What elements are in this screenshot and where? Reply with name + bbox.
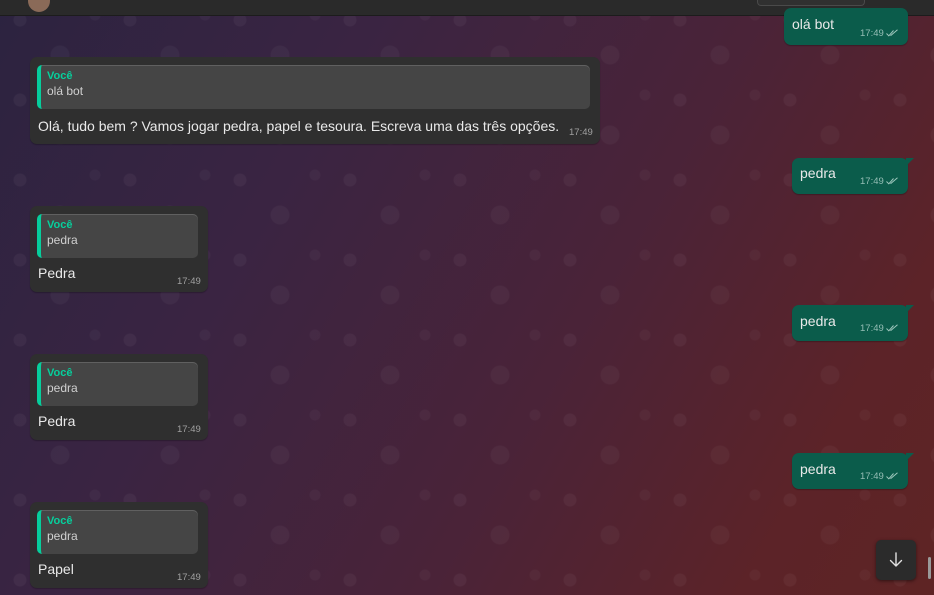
scrollbar[interactable]	[928, 557, 931, 579]
quote-author: Você	[47, 367, 73, 379]
message-text: olá bot	[792, 16, 835, 32]
message-outgoing[interactable]: pedra 17:49	[792, 453, 914, 489]
message-incoming[interactable]: Você pedra Papel 17:49	[30, 502, 208, 588]
quoted-message[interactable]: Você pedra	[37, 362, 198, 406]
message-incoming[interactable]: Você olá bot Olá, tudo bem ? Vamos jogar…	[30, 57, 600, 144]
quoted-message[interactable]: Você olá bot	[37, 65, 590, 109]
quote-author: Você	[47, 219, 73, 231]
message-text: Pedra	[38, 413, 76, 429]
quote-author: Você	[47, 70, 73, 82]
message-time: 17:49	[860, 176, 884, 187]
header-control[interactable]	[757, 0, 865, 6]
read-double-check-icon	[886, 177, 898, 185]
quote-text: pedra	[47, 381, 78, 395]
quoted-message[interactable]: Você pedra	[37, 510, 198, 554]
message-time: 17:49	[177, 572, 201, 583]
scroll-to-bottom-button[interactable]	[876, 540, 916, 580]
read-double-check-icon	[886, 324, 898, 332]
message-text: pedra	[800, 461, 836, 477]
read-double-check-icon	[886, 29, 898, 37]
message-text: Papel	[38, 561, 74, 577]
message-outgoing[interactable]: olá bot 17:49	[784, 8, 908, 45]
quote-text: pedra	[47, 233, 78, 247]
message-time: 17:49	[569, 127, 593, 138]
message-time: 17:49	[860, 28, 884, 39]
quote-text: pedra	[47, 529, 78, 543]
message-time: 17:49	[860, 471, 884, 482]
quoted-message[interactable]: Você pedra	[37, 214, 198, 258]
message-text: Pedra	[38, 265, 76, 281]
message-time: 17:49	[177, 276, 201, 287]
arrow-down-icon	[889, 552, 903, 567]
message-outgoing[interactable]: pedra 17:49	[792, 305, 914, 341]
message-text: Olá, tudo bem ? Vamos jogar pedra, papel…	[38, 118, 560, 134]
message-time: 17:49	[860, 323, 884, 334]
message-incoming[interactable]: Você pedra Pedra 17:49	[30, 206, 208, 292]
message-text: pedra	[800, 313, 836, 329]
quote-text: olá bot	[47, 84, 84, 98]
read-double-check-icon	[886, 472, 898, 480]
message-incoming[interactable]: Você pedra Pedra 17:49	[30, 354, 208, 440]
message-text: pedra	[800, 165, 836, 181]
avatar[interactable]	[28, 0, 50, 12]
message-outgoing[interactable]: pedra 17:49	[792, 158, 914, 194]
quote-author: Você	[47, 515, 73, 527]
message-time: 17:49	[177, 424, 201, 435]
